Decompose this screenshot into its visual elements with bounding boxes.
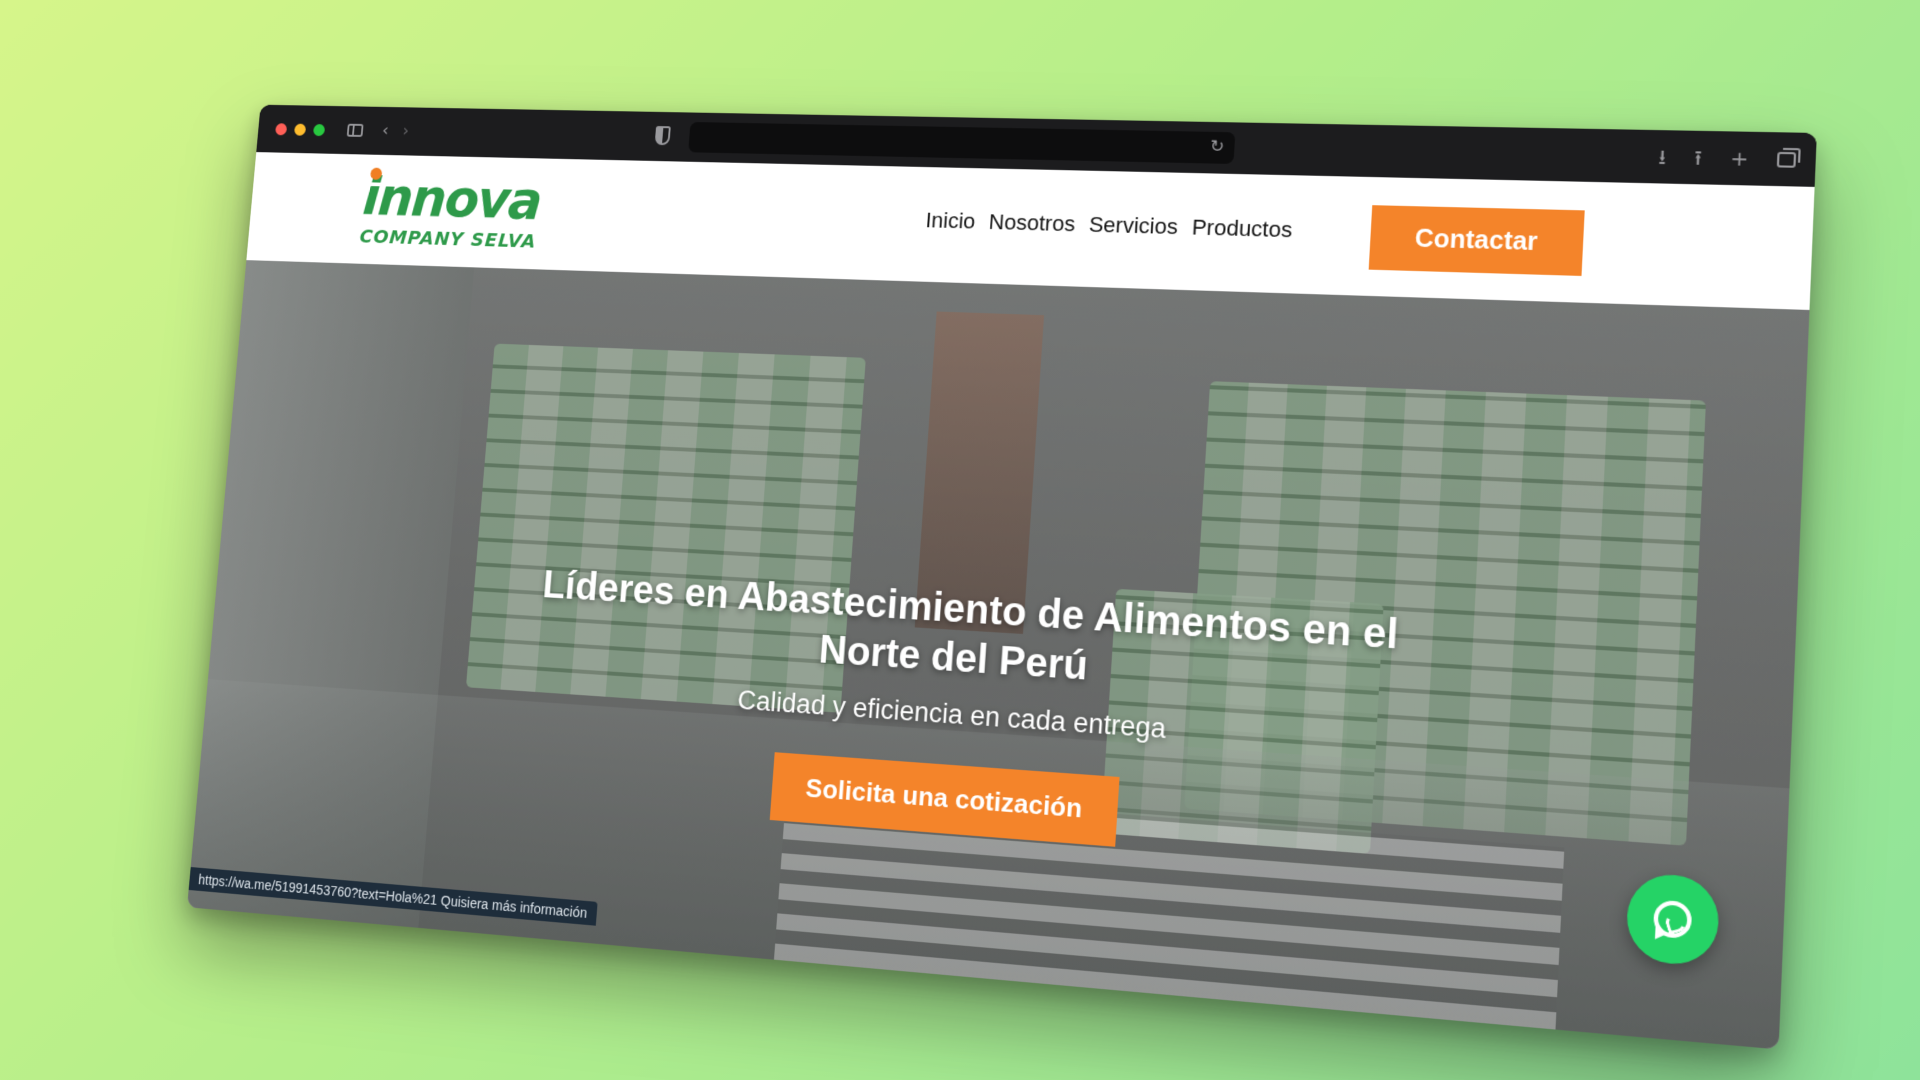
main-nav: Inicio Nosotros Servicios Productos — [925, 208, 1293, 243]
brand-logo[interactable]: innova COMPANY SELVA — [358, 167, 552, 256]
nav-link-servicios[interactable]: Servicios — [1088, 212, 1178, 240]
nav-link-productos[interactable]: Productos — [1191, 215, 1293, 244]
plus-icon[interactable]: + — [1730, 146, 1749, 171]
share-icon[interactable]: ⭱ — [1694, 145, 1703, 170]
zoom-window-button[interactable] — [312, 123, 326, 136]
window-controls — [275, 122, 326, 136]
tabs-overview-icon[interactable] — [1776, 151, 1797, 168]
logo-subtitle: COMPANY SELVA — [358, 224, 538, 253]
browser-window: ‹ › ↻ ⭳ ⭱ + innova COMPANY SELVA Inicio … — [187, 104, 1817, 1050]
nav-link-inicio[interactable]: Inicio — [925, 208, 976, 235]
nav-link-nosotros[interactable]: Nosotros — [988, 209, 1076, 237]
sidebar-icon[interactable] — [346, 123, 364, 137]
reload-icon[interactable]: ↻ — [1209, 137, 1225, 157]
contact-button[interactable]: Contactar — [1368, 205, 1585, 276]
page-viewport: innova COMPANY SELVA Inicio Nosotros Ser… — [187, 152, 1815, 1050]
toolbar-actions: ⭳ ⭱ + — [1657, 130, 1797, 186]
shield-icon[interactable] — [654, 126, 671, 146]
minimize-window-button[interactable] — [293, 123, 307, 136]
download-icon[interactable]: ⭳ — [1658, 144, 1667, 169]
chevron-left-icon[interactable]: ‹ — [381, 121, 389, 140]
logo-wordmark: innova — [360, 166, 544, 232]
address-bar[interactable]: ↻ — [688, 121, 1236, 164]
whatsapp-icon — [1652, 899, 1693, 940]
close-window-button[interactable] — [275, 122, 288, 135]
chevron-right-icon[interactable]: › — [402, 121, 410, 141]
